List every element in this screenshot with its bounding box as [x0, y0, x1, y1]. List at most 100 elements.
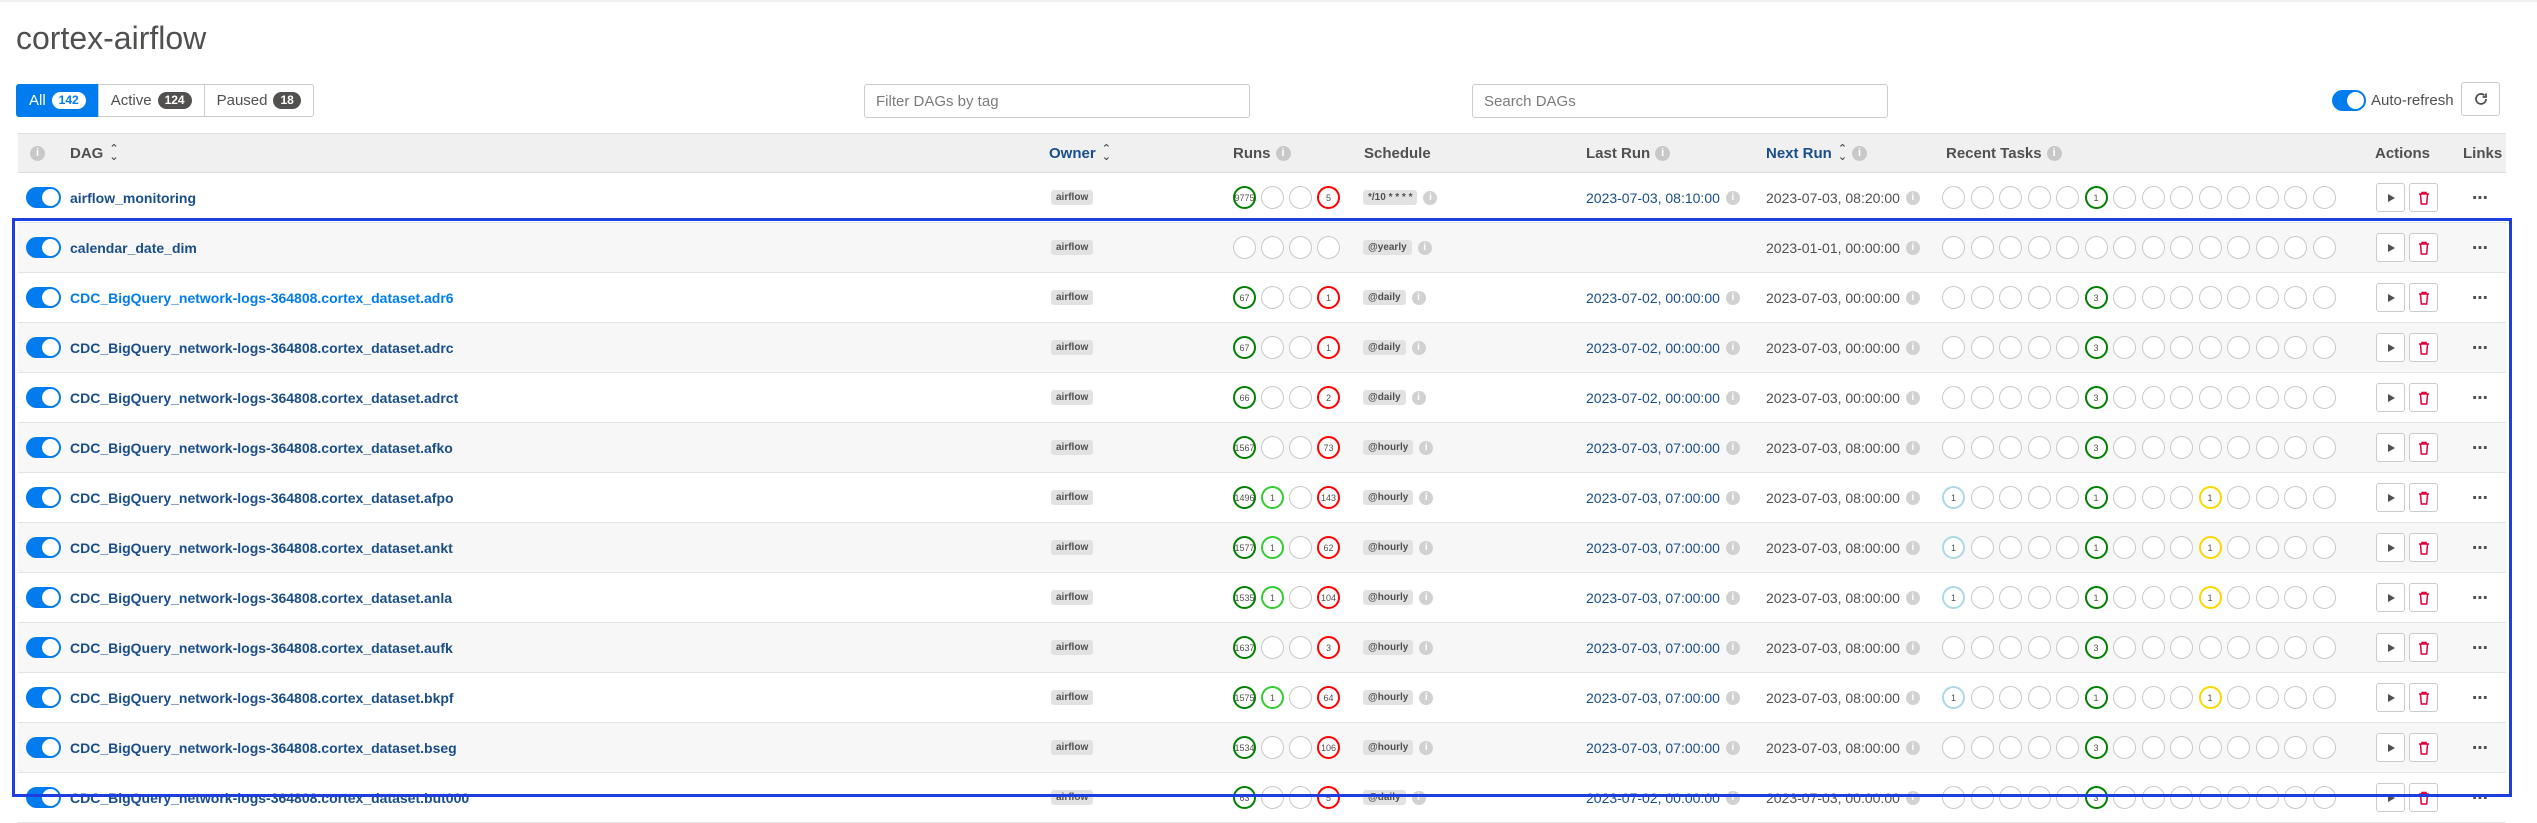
dag-run-status-circle[interactable]: [1289, 486, 1312, 509]
dag-link[interactable]: CDC_BigQuery_network-logs-364808.cortex_…: [70, 690, 454, 706]
info-icon[interactable]: i: [1905, 590, 1920, 605]
task-status-circle[interactable]: [2227, 486, 2250, 509]
info-icon[interactable]: i: [1905, 190, 1920, 205]
task-status-circle[interactable]: [1999, 336, 2022, 359]
more-icon[interactable]: ⋯: [2472, 538, 2489, 558]
task-status-circle[interactable]: [2312, 636, 2336, 659]
dag-run-status-circle[interactable]: [1289, 586, 1312, 609]
task-status-circle[interactable]: [2170, 586, 2193, 609]
info-icon[interactable]: i: [1419, 490, 1434, 505]
task-status-circle[interactable]: [2141, 436, 2165, 459]
dag-pause-toggle[interactable]: [26, 737, 61, 758]
task-status-circle[interactable]: [2227, 786, 2250, 809]
task-status-circle[interactable]: 3: [2084, 386, 2108, 409]
task-status-circle[interactable]: [2312, 286, 2336, 309]
task-status-circle[interactable]: [2056, 586, 2079, 609]
task-status-circle[interactable]: [2056, 536, 2079, 559]
task-status-circle[interactable]: [2027, 236, 2051, 259]
task-status-circle[interactable]: [1942, 286, 1965, 309]
info-icon[interactable]: i: [2046, 145, 2062, 161]
task-status-circle[interactable]: [2284, 686, 2307, 709]
task-status-circle[interactable]: [2312, 586, 2336, 609]
info-icon[interactable]: i: [1423, 190, 1438, 205]
last-run-link[interactable]: 2023-07-03, 07:00:00: [1586, 640, 1720, 656]
task-status-circle[interactable]: [2284, 186, 2307, 209]
last-run-link[interactable]: 2023-07-03, 07:00:00: [1586, 490, 1720, 506]
owner-tag[interactable]: airflow: [1051, 340, 1094, 355]
task-status-circle[interactable]: [2227, 636, 2250, 659]
task-status-circle[interactable]: [2027, 336, 2051, 359]
dag-run-status-circle[interactable]: 5: [1317, 186, 1340, 209]
info-icon[interactable]: i: [1725, 540, 1740, 555]
info-icon[interactable]: i: [1725, 740, 1740, 755]
task-status-circle[interactable]: [2141, 586, 2165, 609]
task-status-circle[interactable]: [1942, 786, 1965, 809]
dag-run-status-circle[interactable]: 73: [1317, 436, 1340, 459]
trigger-dag-button[interactable]: [2376, 383, 2405, 412]
task-status-circle[interactable]: [2170, 786, 2193, 809]
owner-tag[interactable]: airflow: [1051, 390, 1094, 405]
task-status-circle[interactable]: [2056, 286, 2079, 309]
tab-paused[interactable]: Paused 18: [203, 84, 314, 117]
dag-run-status-circle[interactable]: [1261, 336, 1284, 359]
dag-run-status-circle[interactable]: 67: [1233, 286, 1256, 309]
dag-run-status-circle[interactable]: 1: [1261, 586, 1284, 609]
owner-tag[interactable]: airflow: [1051, 290, 1094, 305]
next-run-column-header[interactable]: Next Run ⌃ ⌄ i: [1766, 134, 1868, 172]
task-status-circle[interactable]: [2284, 286, 2307, 309]
delete-dag-button[interactable]: [2409, 683, 2438, 712]
info-icon[interactable]: i: [1905, 440, 1920, 455]
task-status-circle[interactable]: [2284, 786, 2307, 809]
task-status-circle[interactable]: [1970, 186, 1994, 209]
dag-pause-toggle[interactable]: [26, 437, 61, 458]
last-run-link[interactable]: 2023-07-02, 00:00:00: [1586, 340, 1720, 356]
dag-run-status-circle[interactable]: 63: [1233, 786, 1256, 809]
task-status-circle[interactable]: [2141, 636, 2165, 659]
dag-run-status-circle[interactable]: 1534: [1233, 736, 1256, 759]
task-status-circle[interactable]: [1970, 636, 1994, 659]
task-status-circle[interactable]: [2113, 786, 2136, 809]
task-status-circle[interactable]: [2141, 186, 2165, 209]
info-icon[interactable]: i: [1905, 540, 1920, 555]
delete-dag-button[interactable]: [2409, 433, 2438, 462]
task-status-circle[interactable]: [1999, 186, 2022, 209]
dag-pause-toggle[interactable]: [26, 487, 61, 508]
task-status-circle[interactable]: [2141, 286, 2165, 309]
task-status-circle[interactable]: [2198, 236, 2222, 259]
dag-run-status-circle[interactable]: [1317, 236, 1340, 259]
dag-link[interactable]: calendar_date_dim: [70, 240, 197, 256]
dag-run-status-circle[interactable]: [1289, 636, 1312, 659]
more-icon[interactable]: ⋯: [2472, 338, 2489, 358]
task-status-circle[interactable]: [2084, 236, 2108, 259]
task-status-circle[interactable]: [1999, 686, 2022, 709]
dag-run-status-circle[interactable]: 62: [1317, 536, 1340, 559]
task-status-circle[interactable]: [1970, 536, 1994, 559]
task-status-circle[interactable]: [2227, 586, 2250, 609]
task-status-circle[interactable]: [2198, 186, 2222, 209]
info-icon[interactable]: i: [1419, 440, 1434, 455]
dag-run-status-circle[interactable]: [1289, 386, 1312, 409]
task-status-circle[interactable]: [2027, 436, 2051, 459]
task-status-circle[interactable]: [1942, 186, 1965, 209]
task-status-circle[interactable]: [2255, 186, 2279, 209]
more-icon[interactable]: ⋯: [2472, 688, 2489, 708]
task-status-circle[interactable]: 1: [2198, 536, 2222, 559]
dag-run-status-circle[interactable]: [1261, 186, 1284, 209]
info-icon[interactable]: i: [1725, 690, 1740, 705]
task-status-circle[interactable]: [1999, 236, 2022, 259]
more-icon[interactable]: ⋯: [2472, 588, 2489, 608]
task-status-circle[interactable]: [2170, 486, 2193, 509]
owner-tag[interactable]: airflow: [1051, 540, 1094, 555]
task-status-circle[interactable]: [2027, 486, 2051, 509]
task-status-circle[interactable]: [2027, 286, 2051, 309]
task-status-circle[interactable]: [2027, 786, 2051, 809]
task-status-circle[interactable]: [2255, 386, 2279, 409]
info-icon[interactable]: i: [1725, 340, 1740, 355]
dag-run-status-circle[interactable]: [1233, 236, 1256, 259]
task-status-circle[interactable]: [2198, 286, 2222, 309]
delete-dag-button[interactable]: [2409, 583, 2438, 612]
task-status-circle[interactable]: [1970, 286, 1994, 309]
delete-dag-button[interactable]: [2409, 383, 2438, 412]
owner-tag[interactable]: airflow: [1051, 440, 1094, 455]
info-icon[interactable]: i: [1725, 590, 1740, 605]
